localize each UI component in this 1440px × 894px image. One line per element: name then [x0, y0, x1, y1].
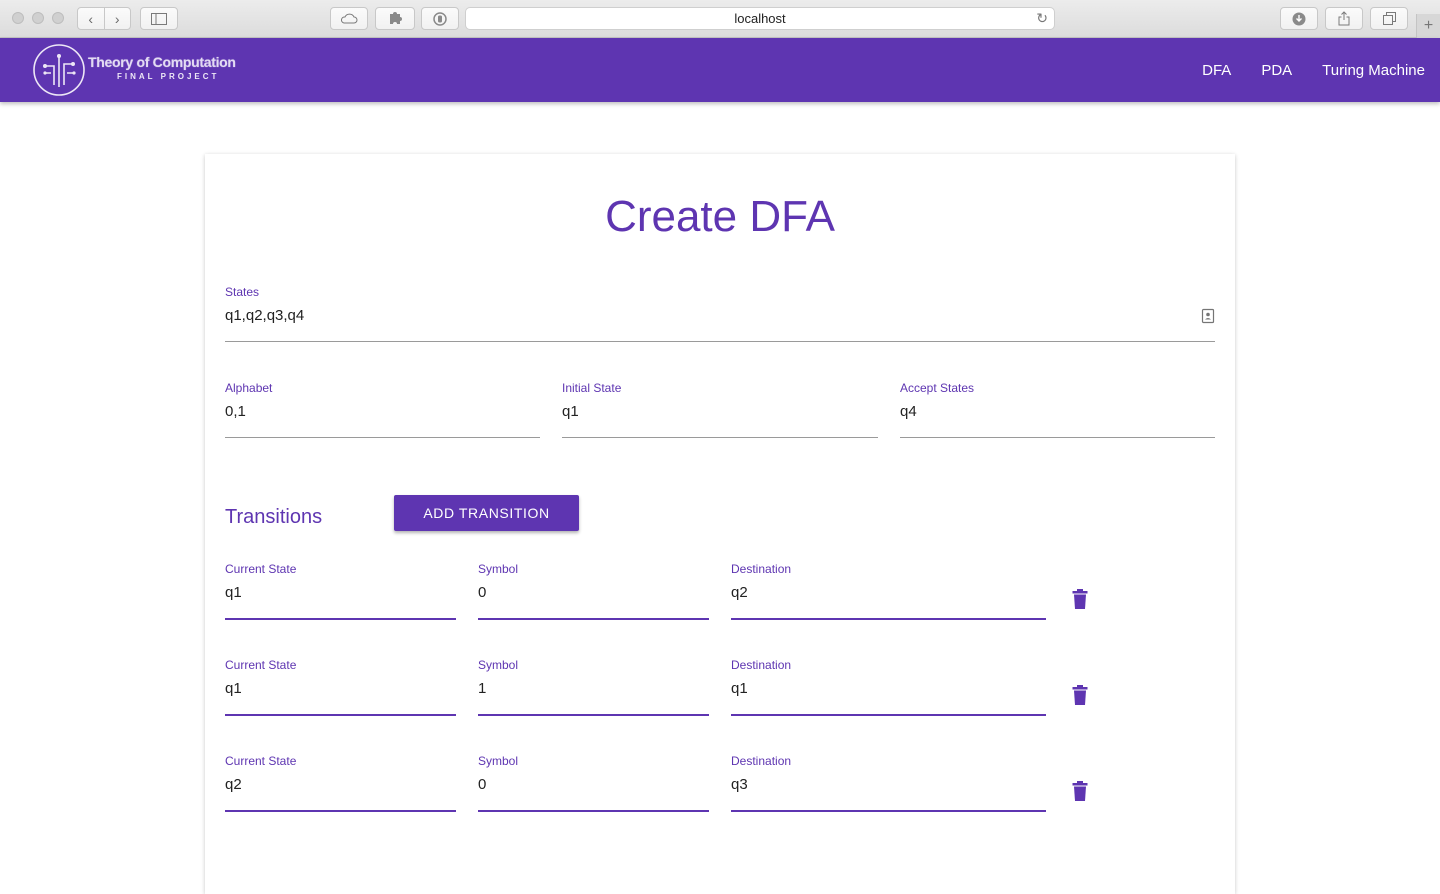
states-label: States — [225, 285, 260, 299]
current-state-label: Current State — [225, 658, 297, 672]
contact-card-icon[interactable] — [1201, 308, 1215, 324]
trash-icon[interactable] — [1072, 589, 1088, 609]
symbol-label: Symbol — [478, 754, 519, 768]
symbol-underline — [478, 714, 709, 716]
symbol-value: 0 — [478, 584, 487, 601]
close-window-button[interactable] — [12, 12, 24, 24]
add-transition-button[interactable]: ADD TRANSITION — [394, 495, 579, 531]
sidebar-icon — [151, 12, 167, 25]
transition-symbol-field[interactable]: Symbol 0 — [478, 754, 709, 812]
current-state-label: Current State — [225, 562, 297, 576]
trash-icon[interactable] — [1072, 781, 1088, 801]
puzzle-icon — [390, 11, 402, 24]
initial-state-underline — [562, 437, 878, 438]
accept-states-label: Accept States — [900, 381, 975, 395]
extension-button[interactable] — [375, 7, 415, 30]
browser-toolbar: ‹ › localhost ↻ + — [0, 0, 1440, 38]
icloud-tabs-button[interactable] — [330, 7, 368, 30]
transition-current-state-field[interactable]: Current State q1 — [225, 562, 456, 620]
symbol-label: Symbol — [478, 562, 519, 576]
destination-label: Destination — [731, 658, 792, 672]
zoom-window-button[interactable] — [52, 12, 64, 24]
transition-destination-field[interactable]: Destination q3 — [731, 754, 1046, 812]
brand-title: Theory of Computation — [88, 54, 236, 70]
reload-icon[interactable]: ↻ — [1036, 10, 1048, 27]
destination-value: q2 — [731, 584, 748, 601]
states-field[interactable]: States q1,q2,q3,q4 — [225, 285, 1215, 342]
accept-states-underline — [900, 437, 1215, 438]
history-buttons: ‹ › — [77, 7, 131, 30]
tabs-icon — [1382, 12, 1396, 25]
symbol-value: 0 — [478, 776, 487, 793]
tab-overview-button[interactable] — [1370, 7, 1408, 30]
transition-current-state-field[interactable]: Current State q1 — [225, 658, 456, 716]
hand-icon — [433, 11, 447, 26]
destination-underline — [731, 618, 1046, 620]
alphabet-field[interactable]: Alphabet 0,1 — [225, 381, 540, 438]
destination-label: Destination — [731, 754, 792, 768]
symbol-label: Symbol — [478, 658, 519, 672]
symbol-value: 1 — [478, 680, 487, 697]
brand-subtitle: FINAL PROJECT — [117, 72, 220, 81]
sidebar-toggle-button[interactable] — [140, 7, 178, 30]
download-icon — [1292, 12, 1306, 25]
nav-turing-machine[interactable]: Turing Machine — [1322, 62, 1425, 79]
trash-icon[interactable] — [1072, 685, 1088, 705]
destination-value: q3 — [731, 776, 748, 793]
privacy-button[interactable] — [421, 7, 459, 30]
alphabet-label: Alphabet — [225, 381, 273, 395]
back-icon[interactable]: ‹ — [78, 8, 104, 29]
minimize-window-button[interactable] — [32, 12, 44, 24]
alphabet-underline — [225, 437, 540, 438]
current-state-underline — [225, 810, 456, 812]
symbol-underline — [478, 810, 709, 812]
current-state-value: q1 — [225, 680, 242, 697]
app-header: Theory of Computation FINAL PROJECT DFA … — [0, 38, 1440, 102]
transition-symbol-field[interactable]: Symbol 1 — [478, 658, 709, 716]
initial-state-label: Initial State — [562, 381, 622, 395]
destination-label: Destination — [731, 562, 792, 576]
new-tab-button[interactable]: + — [1416, 14, 1440, 38]
states-value: q1,q2,q3,q4 — [225, 307, 305, 324]
forward-icon[interactable]: › — [103, 8, 131, 29]
transition-destination-field[interactable]: Destination q2 — [731, 562, 1046, 620]
plus-icon: + — [1423, 17, 1434, 34]
current-state-label: Current State — [225, 754, 297, 768]
cloud-icon — [340, 13, 358, 24]
nav-dfa[interactable]: DFA — [1202, 62, 1231, 79]
initial-state-field[interactable]: Initial State q1 — [562, 381, 878, 438]
destination-underline — [731, 810, 1046, 812]
logo-icon[interactable] — [32, 43, 86, 97]
transition-destination-field[interactable]: Destination q1 — [731, 658, 1046, 716]
main-nav: DFA PDA Turing Machine — [1172, 38, 1425, 102]
nav-pda[interactable]: PDA — [1261, 62, 1292, 79]
address-bar[interactable]: localhost ↻ — [465, 7, 1055, 30]
url-text: localhost — [734, 11, 786, 26]
accept-states-field[interactable]: Accept States q4 — [900, 381, 1215, 438]
create-dfa-card: Create DFA States q1,q2,q3,q4 Alphabet 0… — [205, 154, 1235, 894]
states-underline — [225, 341, 1215, 342]
current-state-underline — [225, 714, 456, 716]
current-state-value: q1 — [225, 584, 242, 601]
initial-state-value: q1 — [562, 403, 579, 420]
page-title: Create DFA — [605, 192, 835, 241]
share-icon — [1338, 11, 1350, 26]
destination-value: q1 — [731, 680, 748, 697]
current-state-value: q2 — [225, 776, 242, 793]
symbol-underline — [478, 618, 709, 620]
alphabet-value: 0,1 — [225, 403, 246, 420]
accept-states-value: q4 — [900, 403, 917, 420]
transitions-heading: Transitions — [225, 506, 323, 528]
share-button[interactable] — [1325, 7, 1363, 30]
destination-underline — [731, 714, 1046, 716]
downloads-button[interactable] — [1280, 7, 1318, 30]
transition-current-state-field[interactable]: Current State q2 — [225, 754, 456, 812]
current-state-underline — [225, 618, 456, 620]
transition-symbol-field[interactable]: Symbol 0 — [478, 562, 709, 620]
brand: Theory of Computation FINAL PROJECT — [88, 54, 236, 81]
